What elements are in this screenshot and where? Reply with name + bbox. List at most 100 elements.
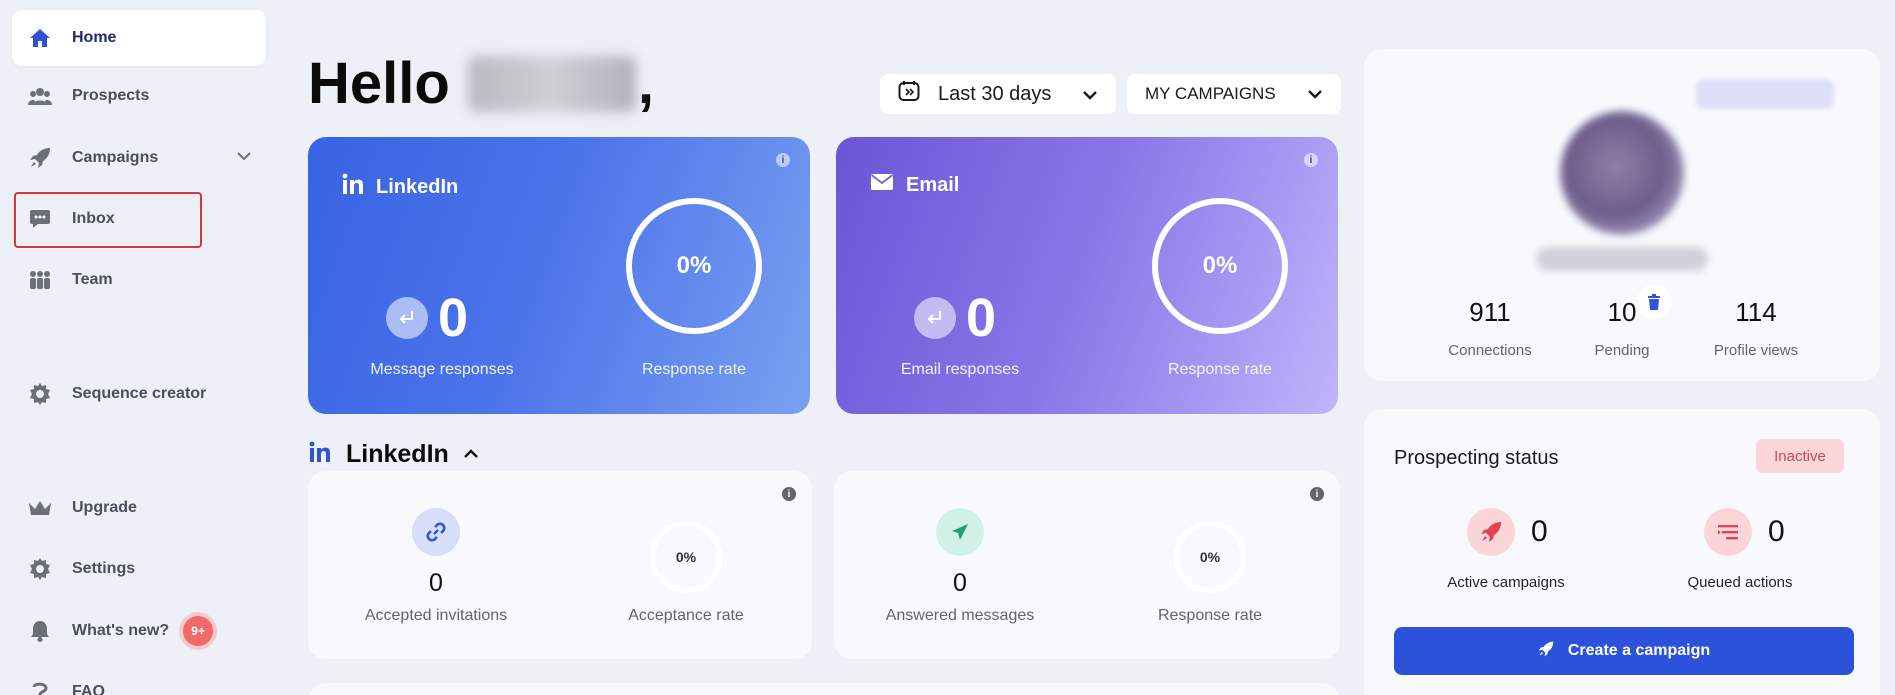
card-title: LinkedIn <box>342 173 458 201</box>
greeting-text: Hello <box>308 51 450 116</box>
card-title-text: Email <box>906 173 960 196</box>
crown-icon <box>26 494 54 522</box>
sidebar-item-label: Settings <box>72 560 136 577</box>
response-rate-value: 0% <box>1202 252 1238 279</box>
gear-icon <box>26 380 54 408</box>
profile-tag-redacted <box>1696 79 1834 109</box>
sidebar-item-inbox[interactable]: Inbox <box>12 191 266 247</box>
pending-label: Pending <box>1594 342 1650 359</box>
sidebar-item-label: Campaigns <box>72 149 159 166</box>
response-rate-ring: 0% <box>626 198 762 334</box>
info-icon[interactable]: i <box>1304 153 1318 167</box>
invitations-card: i 0 Accepted invitations 0% Acceptance r… <box>308 471 812 659</box>
greeting-comma: , <box>637 51 654 116</box>
profile-views-stat: 114 Profile views <box>1686 297 1826 359</box>
sidebar-item-upgrade[interactable]: Upgrade <box>12 480 266 536</box>
page-title: Hello , <box>308 50 654 117</box>
active-campaigns-value: 0 <box>1531 515 1548 548</box>
rocket-icon <box>1467 508 1515 556</box>
rocket-icon <box>26 144 54 172</box>
create-campaign-button[interactable]: Create a campaign <box>1394 627 1854 675</box>
profile-views-value: 114 <box>1735 297 1777 327</box>
status-badge: Inactive <box>1756 439 1844 473</box>
sidebar-item-prospects[interactable]: Prospects <box>12 68 266 124</box>
queued-actions-value: 0 <box>1768 515 1785 548</box>
connections-value: 911 <box>1469 297 1511 327</box>
response-rate-value: 0% <box>676 252 712 279</box>
message-responses-label: Message responses <box>370 361 514 378</box>
messages-card: i 0 Answered messages 0% Response rate <box>834 471 1340 659</box>
message-responses-metric: 0 <box>386 287 468 349</box>
email-responses-value: 0 <box>966 288 997 348</box>
send-icon <box>936 508 984 556</box>
calendar-icon <box>898 80 920 108</box>
envelope-icon <box>870 173 894 197</box>
profile-card: 911 Connections 10 Pending 114 Profile v… <box>1364 49 1880 381</box>
campaign-filter-select[interactable]: MY CAMPAIGNS <box>1127 74 1341 114</box>
response-rate-value: 0% <box>1199 549 1221 565</box>
info-icon[interactable]: i <box>782 487 796 501</box>
queued-actions-label: Queued actions <box>1687 574 1793 591</box>
sidebar-item-whats-new[interactable]: What's new? 9+ <box>12 603 266 659</box>
sidebar-item-sequence-creator[interactable]: Sequence creator <box>12 366 266 422</box>
avatar <box>1560 111 1684 235</box>
create-campaign-label: Create a campaign <box>1567 642 1711 659</box>
answered-messages-value: 0 <box>953 569 967 597</box>
message-responses-value: 0 <box>438 288 469 348</box>
email-responses-label: Email responses <box>900 361 1020 378</box>
sidebar-item-label: What's new? <box>72 622 170 639</box>
section-title: LinkedIn <box>346 440 449 468</box>
sidebar-item-label: Prospects <box>72 87 150 104</box>
sidebar-item-label: Sequence creator <box>72 385 207 402</box>
active-campaigns-label: Active campaigns <box>1447 574 1565 591</box>
date-range-value: Last 30 days <box>938 82 1052 105</box>
home-icon <box>26 24 54 52</box>
connections-label: Connections <box>1448 342 1532 359</box>
sidebar-item-faq[interactable]: FAQ <box>12 664 266 695</box>
info-icon[interactable]: i <box>1310 487 1324 501</box>
chevron-down-icon <box>1082 83 1098 106</box>
question-icon <box>26 678 54 695</box>
team-icon <box>26 266 54 294</box>
info-icon[interactable]: i <box>776 153 790 167</box>
accepted-invitations-label: Accepted invitations <box>364 607 508 624</box>
sidebar-item-label: Team <box>72 271 113 288</box>
trash-icon[interactable] <box>1637 285 1671 319</box>
user-name-redacted <box>467 55 636 112</box>
sidebar-item-campaigns[interactable]: Campaigns <box>12 130 266 186</box>
sidebar-item-settings[interactable]: Settings <box>12 541 266 597</box>
reply-icon <box>386 297 428 339</box>
linkedin-summary-card: i LinkedIn 0 Message responses 0% Respon… <box>308 137 810 414</box>
acceptance-rate-ring: 0% <box>650 521 722 593</box>
rocket-icon <box>1538 641 1554 662</box>
linkedin-section-header[interactable]: LinkedIn <box>308 440 479 469</box>
profile-name-redacted <box>1536 247 1708 271</box>
answered-messages-label: Answered messages <box>885 607 1035 624</box>
response-rate-label: Response rate <box>1167 361 1273 378</box>
linkedin-icon <box>308 441 332 468</box>
response-rate-label: Response rate <box>641 361 747 378</box>
sidebar-item-label: Upgrade <box>72 499 137 516</box>
chevron-down-icon[interactable] <box>236 148 252 166</box>
chevron-down-icon <box>1307 84 1323 104</box>
linkedin-icon <box>342 173 364 201</box>
queued-actions-metric: 0 <box>1704 508 1785 556</box>
chevron-up-icon[interactable] <box>463 446 479 464</box>
reply-icon <box>914 297 956 339</box>
chat-bubble-icon <box>26 205 54 233</box>
sidebar-item-label: Inbox <box>72 210 115 227</box>
accepted-invitations-value: 0 <box>429 569 443 597</box>
sidebar-item-home[interactable]: Home <box>12 10 266 66</box>
bell-icon <box>26 617 54 645</box>
date-range-select[interactable]: Last 30 days <box>880 74 1116 114</box>
sidebar-item-team[interactable]: Team <box>12 252 266 308</box>
email-summary-card: i Email 0 Email responses 0% Response ra… <box>836 137 1338 414</box>
queue-list-icon <box>1704 508 1752 556</box>
pending-stat: 10 Pending <box>1552 297 1692 359</box>
profile-views-label: Profile views <box>1713 342 1799 359</box>
prospecting-status-title: Prospecting status <box>1394 447 1559 469</box>
sidebar-item-label: FAQ <box>72 683 105 695</box>
acceptance-rate-value: 0% <box>675 549 697 565</box>
sidebar: Home Prospects Campaigns Inbox Team Sequ <box>0 0 280 695</box>
notification-badge: 9+ <box>183 616 214 646</box>
